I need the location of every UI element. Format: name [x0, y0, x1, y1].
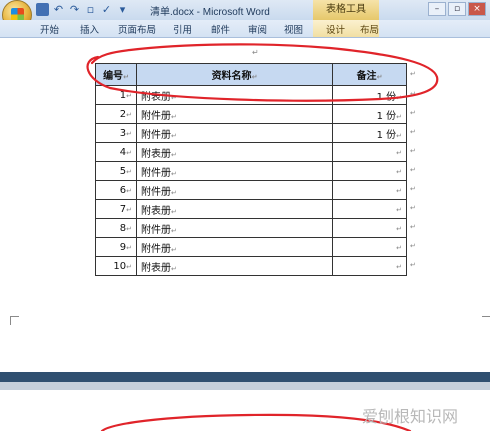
red-annotation-loop: [86, 43, 439, 431]
watermark-text: 爱刨根知识网: [362, 407, 459, 426]
